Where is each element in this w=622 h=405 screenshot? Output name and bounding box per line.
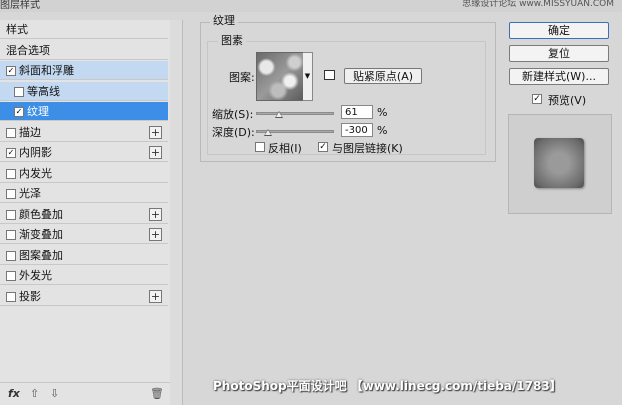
sidebar-item-gradient-overlay[interactable]: 渐变叠加 + <box>0 225 168 244</box>
snap-to-origin-button[interactable]: 贴紧原点(A) <box>344 68 422 84</box>
sidebar-item-label: 光泽 <box>19 187 41 200</box>
watermark: PhotoShop平面设计吧 【www.linecg.com/tieba/178… <box>213 379 562 393</box>
pattern-swatch[interactable] <box>256 52 305 101</box>
sidebar-item-label: 内发光 <box>19 166 52 180</box>
window-title: 图层样式 <box>0 0 40 11</box>
depth-label: 深度(D): <box>212 126 255 139</box>
sidebar-item-label: 投影 <box>19 289 41 303</box>
sidebar-item-label: 颜色叠加 <box>19 207 63 221</box>
sidebar-item-checkbox[interactable] <box>6 209 16 220</box>
ok-button[interactable]: 确定 <box>509 22 609 39</box>
sidebar-item-color-overlay[interactable]: 颜色叠加 + <box>0 205 168 224</box>
sidebar-item-satin[interactable]: 光泽 <box>0 184 168 203</box>
fx-button[interactable]: fx <box>8 387 20 400</box>
depth-percent: % <box>377 124 388 137</box>
sidebar-item-label: 混合选项 <box>6 43 50 57</box>
styles-list: 样式 混合选项 ✓ 斜面和浮雕 等高线 ✓ 纹理 描边 + ✓ 内阴影 + 内发光 光泽 颜色叠加 + 渐变叠加… <box>0 20 171 405</box>
sidebar-item-label: 渐变叠加 <box>19 228 63 241</box>
sidebar-item-pattern-overlay[interactable]: 图案叠加 <box>0 246 168 265</box>
sidebar-item-styles[interactable]: 样式 <box>0 20 168 39</box>
sidebar-item-label: 描边 <box>19 125 41 139</box>
scale-slider-thumb[interactable] <box>275 111 284 118</box>
sidebar-item-blending-options[interactable]: 混合选项 <box>0 41 168 60</box>
depth-input[interactable]: -300 <box>341 123 373 137</box>
sidebar-item-stroke[interactable]: 描边 + <box>0 123 168 142</box>
depth-slider-thumb[interactable] <box>263 129 272 136</box>
add-effect-icon[interactable]: + <box>149 207 162 221</box>
sidebar-item-inner-glow[interactable]: 内发光 <box>0 164 168 183</box>
sidebar-item-bevel-emboss[interactable]: ✓ 斜面和浮雕 <box>0 61 168 80</box>
sidebar-item-checkbox[interactable]: ✓ <box>6 148 16 158</box>
scale-input[interactable]: 61 <box>341 105 373 119</box>
sidebar-item-checkbox[interactable] <box>6 168 16 179</box>
pattern-label: 图案: <box>229 71 255 84</box>
sidebar-item-checkbox[interactable] <box>6 230 16 240</box>
invert-label: 反相(I) <box>268 142 302 155</box>
sidebar-item-contour[interactable]: 等高线 <box>0 81 168 101</box>
sidebar-item-label: 图案叠加 <box>19 248 63 262</box>
add-effect-icon[interactable]: + <box>149 228 162 241</box>
sidebar-item-checkbox[interactable] <box>6 271 16 281</box>
add-effect-icon[interactable]: + <box>149 146 162 159</box>
sidebar-item-label: 纹理 <box>27 105 49 118</box>
sidebar-item-outer-glow[interactable]: 外发光 <box>0 266 168 285</box>
corner-text: 思缘设计论坛 www.MISSYUAN.COM <box>462 0 614 9</box>
add-effect-icon[interactable]: + <box>149 289 162 303</box>
sidebar-item-checkbox[interactable] <box>14 86 24 97</box>
chevron-down-icon[interactable]: ▼ <box>303 52 313 101</box>
reset-button[interactable]: 复位 <box>509 45 609 62</box>
new-preset-icon[interactable] <box>324 70 335 80</box>
sidebar-item-label: 内阴影 <box>19 146 52 159</box>
sidebar-item-label: 等高线 <box>27 84 60 98</box>
sidebar-item-checkbox[interactable] <box>6 189 16 199</box>
sidebar-item-texture[interactable]: ✓ 纹理 <box>0 102 168 121</box>
sidebar-item-label: 斜面和浮雕 <box>19 64 74 77</box>
scale-label: 缩放(S): <box>212 108 254 121</box>
styles-footer: fx ⇧ ⇩ 🗑 <box>0 382 170 405</box>
texture-group-title: 纹理 <box>210 12 238 28</box>
add-effect-icon[interactable]: + <box>149 125 162 139</box>
elements-group-title: 图素 <box>218 32 246 48</box>
scale-percent: % <box>377 106 388 119</box>
invert-checkbox[interactable] <box>255 142 265 152</box>
sidebar-item-inner-shadow[interactable]: ✓ 内阴影 + <box>0 143 168 162</box>
preview-checkbox[interactable]: ✓ <box>532 94 542 104</box>
sidebar-item-drop-shadow[interactable]: 投影 + <box>0 287 168 306</box>
sidebar-item-checkbox[interactable] <box>6 250 16 261</box>
title-bar: 图层样式 思缘设计论坛 www.MISSYUAN.COM <box>0 0 622 12</box>
preview-thumbnail <box>534 138 584 188</box>
scale-slider-track[interactable] <box>256 112 334 115</box>
sidebar-item-label: 外发光 <box>19 269 52 282</box>
link-with-layer-label: 与图层链接(K) <box>332 142 403 155</box>
sidebar-item-checkbox[interactable]: ✓ <box>14 107 24 117</box>
new-style-button[interactable]: 新建样式(W)... <box>509 68 609 85</box>
preview-label: 预览(V) <box>548 94 587 107</box>
styles-scrollbar[interactable] <box>170 20 183 405</box>
arrow-down-icon[interactable]: ⇩ <box>50 387 59 400</box>
sidebar-item-label: 样式 <box>6 23 28 36</box>
arrow-up-icon[interactable]: ⇧ <box>30 387 39 400</box>
sidebar-item-checkbox[interactable] <box>6 291 16 302</box>
link-with-layer-checkbox[interactable]: ✓ <box>318 142 328 152</box>
sidebar-item-checkbox[interactable]: ✓ <box>6 66 16 76</box>
trash-icon[interactable]: 🗑 <box>150 387 164 400</box>
sidebar-item-checkbox[interactable] <box>6 127 16 138</box>
